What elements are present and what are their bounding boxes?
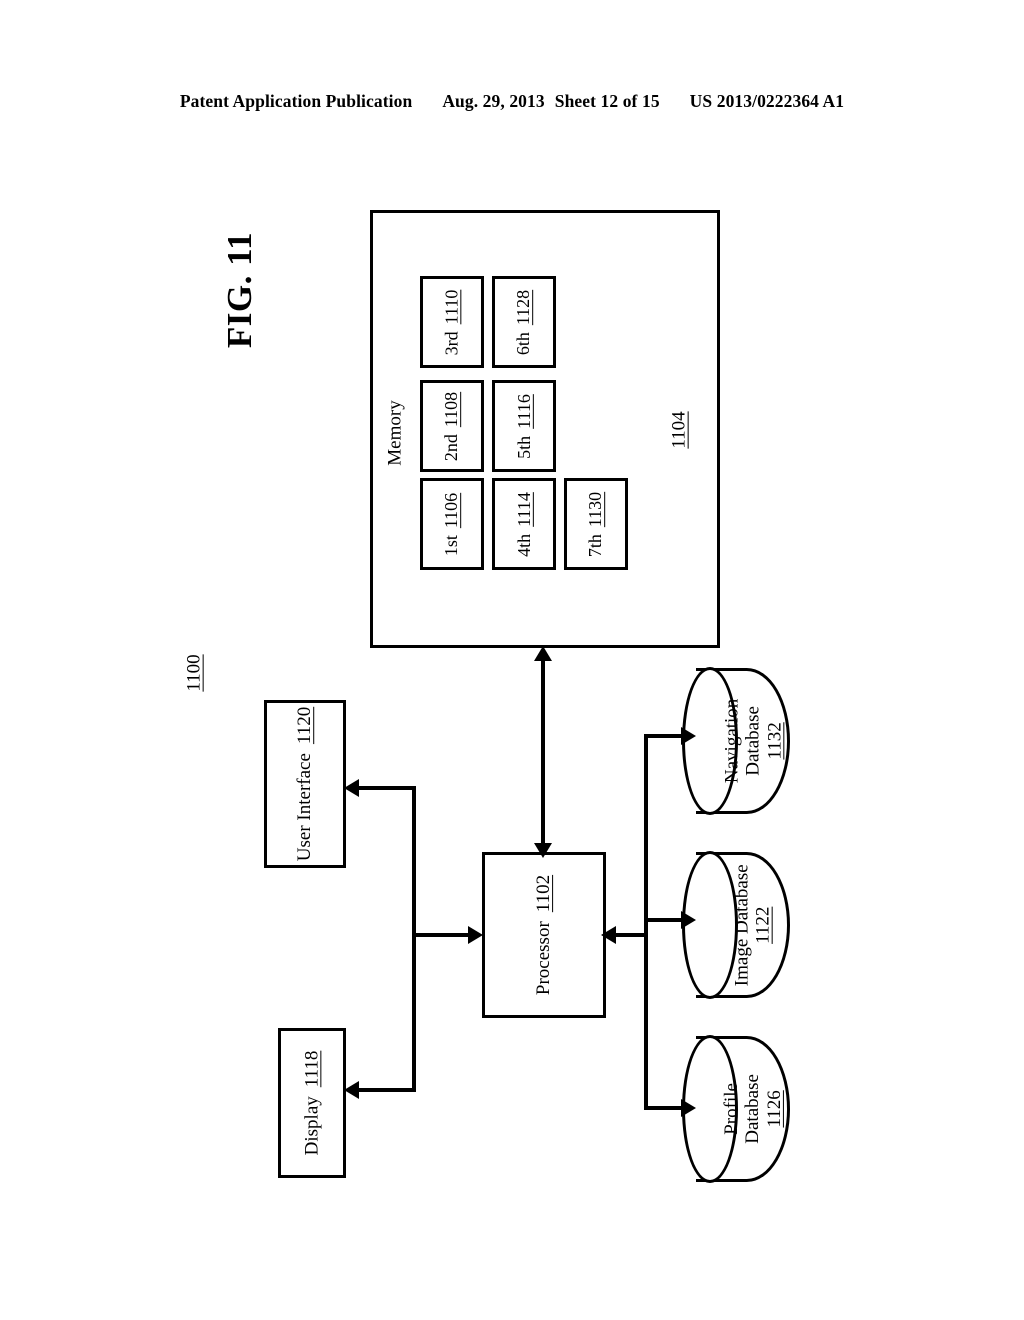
memory-module-2nd: 1108 2nd bbox=[420, 380, 484, 472]
figure-label-text: FIG. 11 bbox=[219, 231, 259, 349]
navigation-database-cylinder: 1132 Database Navigation bbox=[682, 667, 790, 815]
header-patent-number: US 2013/0222364 A1 bbox=[689, 90, 845, 111]
memory-module-label: 7th bbox=[585, 533, 606, 557]
navigation-database-ref: 1132 bbox=[763, 722, 785, 760]
page-header: Patent Application Publication Aug. 29, … bbox=[0, 86, 1024, 116]
connector-bus-to-processor-right bbox=[612, 933, 648, 937]
memory-module-label: 1st bbox=[441, 534, 462, 556]
memory-module-7th: 1130 7th bbox=[564, 478, 628, 570]
header-publication: Patent Application Publication bbox=[179, 90, 413, 111]
processor-ref: 1102 bbox=[533, 874, 554, 913]
arrowhead-to-display bbox=[344, 1081, 359, 1099]
header-sheet: Sheet 12 of 15 bbox=[554, 90, 660, 111]
display-ref: 1118 bbox=[301, 1050, 323, 1088]
memory-module-label: 6th bbox=[513, 331, 534, 355]
memory-label: Memory bbox=[366, 378, 426, 488]
memory-module-label: 3rd bbox=[441, 330, 462, 355]
memory-reference-text: 1104 bbox=[668, 411, 690, 449]
image-database-ref: 1122 bbox=[753, 906, 775, 944]
memory-module-ref: 1130 bbox=[585, 491, 606, 527]
connector-memory-processor bbox=[541, 655, 545, 849]
arrowhead-to-image-database bbox=[681, 911, 696, 929]
memory-label-text: Memory bbox=[385, 400, 406, 466]
memory-module-label: 2nd bbox=[441, 433, 462, 461]
processor-label: Processor bbox=[533, 921, 554, 996]
memory-module-5th: 1116 5th bbox=[492, 380, 556, 472]
navigation-database-line2: Database bbox=[742, 706, 764, 776]
memory-module-6th: 1128 6th bbox=[492, 276, 556, 368]
arrowhead-to-user-interface bbox=[344, 779, 359, 797]
profile-database-cylinder: 1126 Database Profile bbox=[682, 1035, 790, 1183]
connector-bus-to-processor bbox=[412, 933, 472, 937]
memory-module-ref: 1128 bbox=[513, 289, 534, 325]
profile-database-line2: Database bbox=[742, 1074, 764, 1144]
connector-bus-to-user-interface bbox=[356, 786, 416, 790]
arrowhead-to-navigation-database bbox=[681, 727, 696, 745]
memory-module-ref: 1106 bbox=[441, 492, 462, 528]
user-interface-label: User Interface bbox=[294, 753, 316, 862]
arrowhead-to-profile-database bbox=[681, 1099, 696, 1117]
connector-bus-to-display bbox=[356, 1088, 416, 1092]
display-label: Display bbox=[301, 1096, 323, 1156]
memory-module-4th: 1114 4th bbox=[492, 478, 556, 570]
connector-bus-to-navigation-database bbox=[644, 734, 686, 738]
arrowhead-to-processor-right bbox=[601, 926, 616, 944]
system-reference-text: 1100 bbox=[183, 654, 205, 692]
profile-database-ref: 1126 bbox=[763, 1090, 785, 1128]
memory-module-3rd: 1110 3rd bbox=[420, 276, 484, 368]
user-interface-block: 1120 User Interface bbox=[264, 700, 346, 868]
image-database-cylinder: 1122 Image Database bbox=[682, 851, 790, 999]
system-reference-numeral: 1100 bbox=[150, 628, 240, 718]
display-block: 1118 Display bbox=[278, 1028, 346, 1178]
arrowhead-to-processor-left bbox=[468, 926, 483, 944]
memory-module-label: 5th bbox=[513, 435, 534, 459]
arrowhead-to-processor-top bbox=[534, 843, 552, 858]
memory-module-ref: 1114 bbox=[513, 491, 534, 527]
memory-module-label: 4th bbox=[513, 533, 534, 557]
navigation-database-line1: Navigation bbox=[721, 698, 743, 784]
user-interface-ref: 1120 bbox=[294, 706, 316, 745]
header-date: Aug. 29, 2013 bbox=[442, 90, 545, 111]
memory-module-ref: 1110 bbox=[441, 289, 462, 324]
memory-module-1st: 1106 1st bbox=[420, 478, 484, 570]
processor-block: 1102 Processor bbox=[482, 852, 606, 1018]
image-database-line1: Image Database bbox=[731, 864, 753, 986]
profile-database-line1: Profile bbox=[721, 1083, 743, 1135]
connector-bus-to-image-database bbox=[644, 918, 686, 922]
figure-label: FIG. 11 bbox=[175, 225, 305, 355]
connector-right-bus-vertical bbox=[644, 734, 648, 1110]
memory-module-ref: 1116 bbox=[513, 393, 534, 429]
memory-module-ref: 1108 bbox=[441, 391, 462, 427]
memory-reference-numeral: 1104 bbox=[645, 385, 715, 475]
connector-left-bus-vertical bbox=[412, 786, 416, 1092]
arrowhead-to-memory bbox=[534, 646, 552, 661]
connector-bus-to-profile-database bbox=[644, 1106, 686, 1110]
